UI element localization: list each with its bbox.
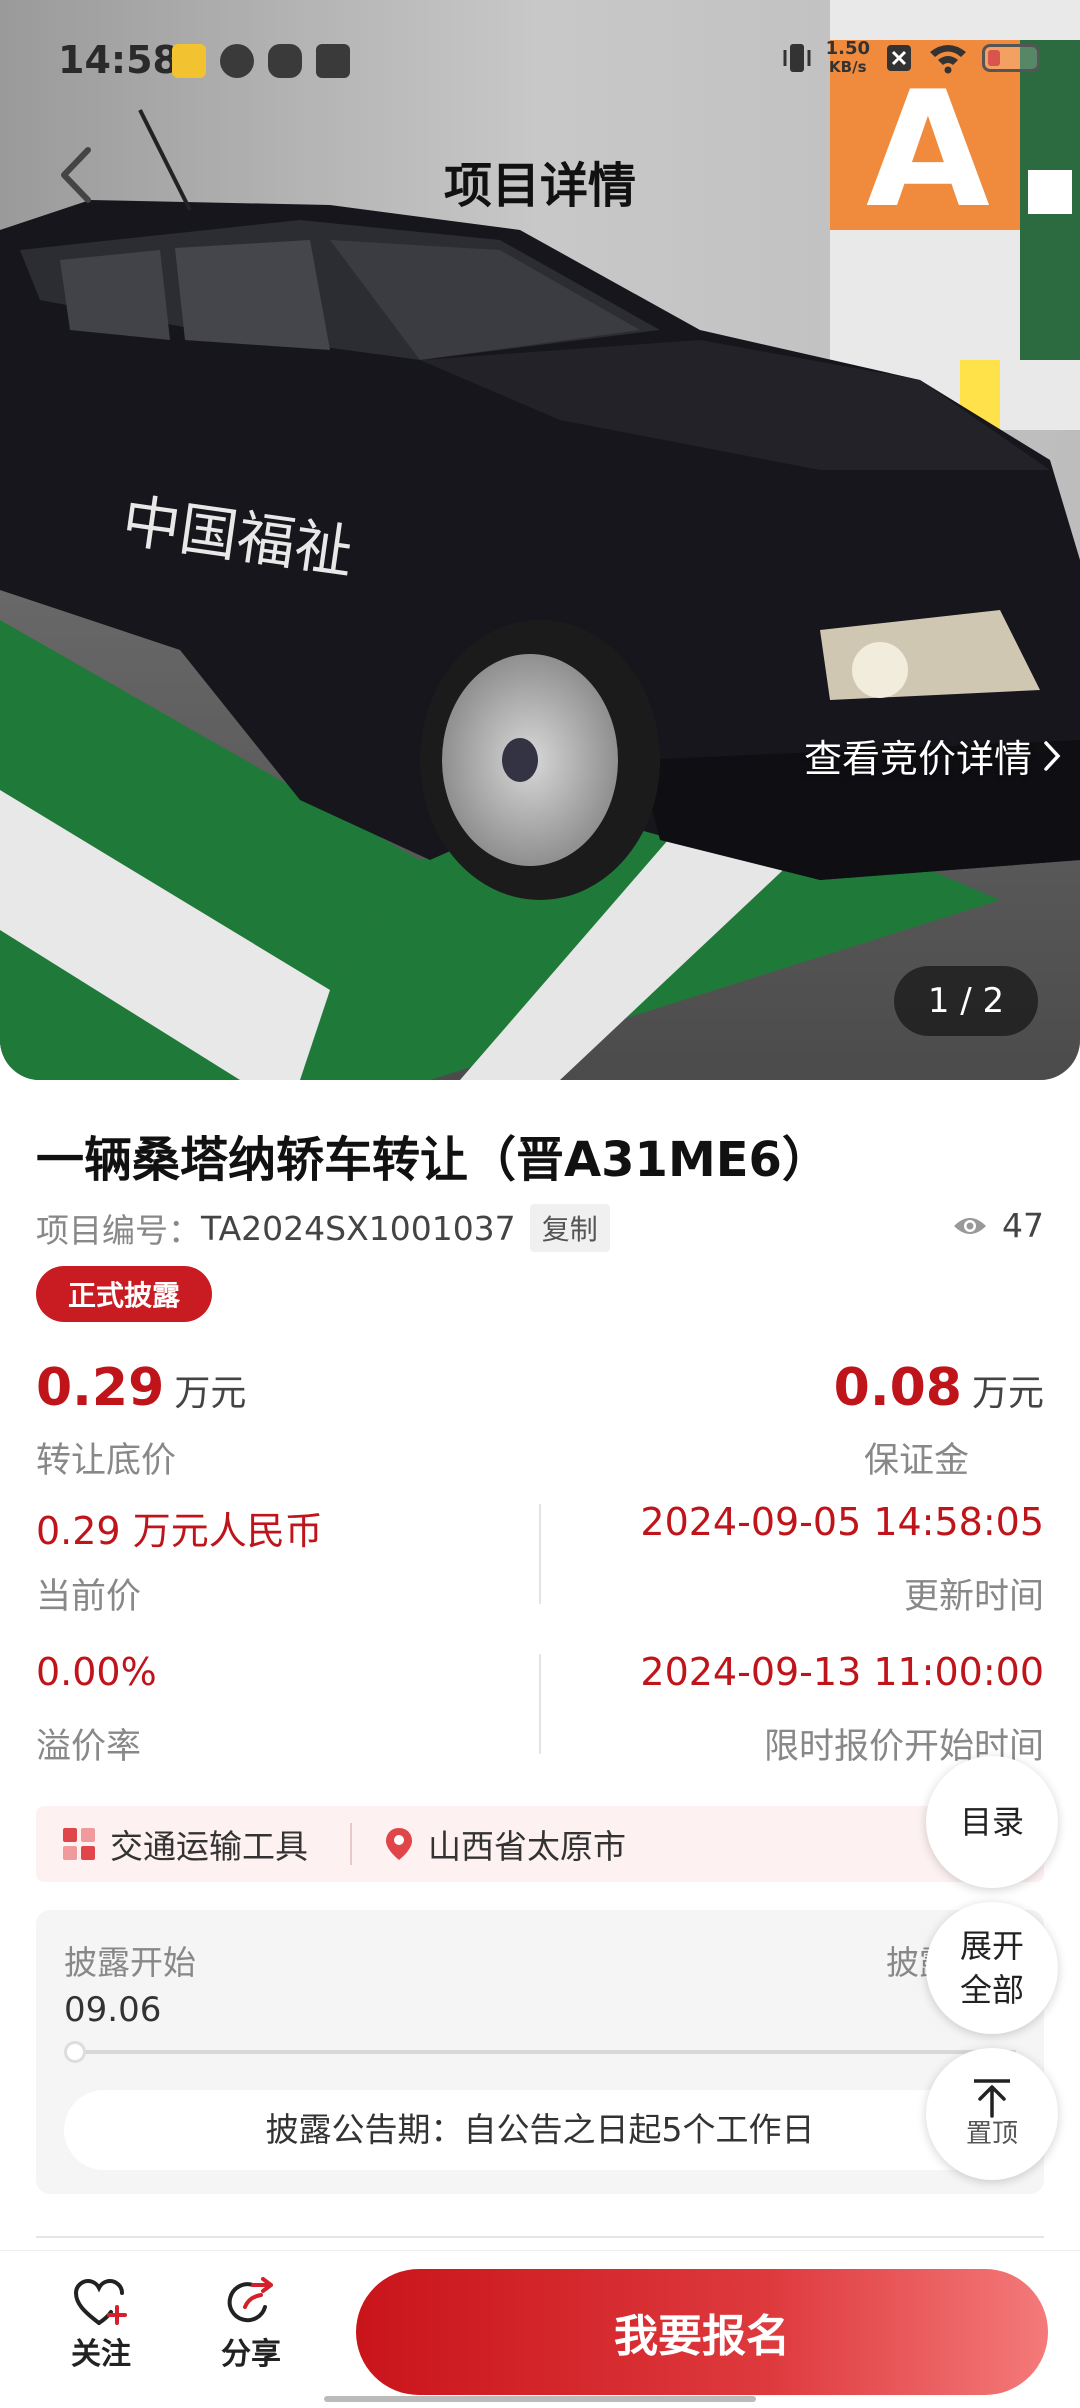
disclosure-start-label: 披露开始 — [64, 1943, 196, 1982]
expand-label-line1: 展开 — [959, 1927, 1024, 1965]
status-badge: 正式披露 — [36, 1266, 213, 1322]
deposit-unit: 万元 — [971, 1373, 1044, 1414]
category-location-bar: 交通运输工具 山西省太原市 — [36, 1806, 1044, 1882]
deposit-label: 保证金 — [864, 1441, 970, 1481]
premium-rate-label: 溢价率 — [36, 1727, 142, 1767]
follow-button[interactable]: 关注 — [46, 2277, 156, 2373]
reserve-price-value: 0.29 — [36, 1358, 165, 1418]
notification-icons — [172, 44, 350, 78]
catalog-button[interactable]: 目录 — [926, 1756, 1058, 1888]
location-pin-icon — [386, 1828, 412, 1860]
share-icon — [227, 2277, 273, 2323]
premium-rate: 0.00% — [36, 1650, 157, 1694]
leaf-app-icon — [220, 44, 254, 78]
project-code: TA2024SX1001037 — [201, 1208, 516, 1248]
disclosure-start-date: 09.06 — [64, 1990, 162, 2030]
reserve-price-label: 转让底价 — [36, 1441, 177, 1481]
project-code-label: 项目编号： — [36, 1211, 201, 1250]
disclosure-timeline: 披露开始 09.06 披露 0 披露公告期：自公告之日起5个工作日 — [36, 1910, 1044, 2194]
chevron-right-icon — [1044, 740, 1061, 771]
image-pager: 1 / 2 — [894, 966, 1038, 1036]
deposit-value: 0.08 — [833, 1358, 962, 1418]
bottom-action-bar: 关注 分享 我要报名 — [0, 2250, 1080, 2408]
copy-button[interactable]: 复制 — [529, 1204, 610, 1252]
arrow-up-icon — [974, 2079, 1010, 2118]
wallet-app-icon — [316, 44, 350, 78]
page-title: 项目详情 — [443, 158, 636, 214]
divider — [36, 2236, 1044, 2238]
quote-start-time: 2024-09-13 11:00:00 — [640, 1650, 1044, 1694]
wifi-icon — [930, 45, 966, 74]
reserve-price: 0.29 万元 — [36, 1358, 246, 1418]
follow-label: 关注 — [71, 2337, 131, 2372]
vibrate-icon — [783, 44, 811, 72]
hero-image-carousel[interactable]: A 中国福祉 14:58 1.50 KB/s 项目详情 查看竞价详情 1 / 2 — [0, 0, 1080, 1080]
share-label: 分享 — [221, 2337, 281, 2372]
project-title: 一辆桑塔纳轿车转让（晋A31ME6） — [36, 1132, 830, 1188]
current-price-label: 当前价 — [36, 1577, 142, 1617]
deposit: 0.08 万元 — [834, 1358, 1044, 1418]
divider — [539, 1504, 541, 1604]
catalog-label: 目录 — [959, 1803, 1024, 1841]
net-speed-unit: KB/s — [829, 58, 867, 76]
network-speed: 1.50 KB/s — [825, 38, 870, 77]
category-grid-icon — [63, 1828, 95, 1860]
system-status-icons: 1.50 KB/s — [782, 40, 1040, 76]
update-time: 2024-09-05 14:58:05 — [640, 1500, 1044, 1544]
no-sim-icon — [887, 45, 911, 71]
cat-app-icon — [268, 44, 302, 78]
timeline-track — [64, 2050, 1016, 2054]
location-label: 山西省太原市 — [428, 1827, 626, 1866]
signup-button[interactable]: 我要报名 — [356, 2269, 1048, 2395]
heart-plus-icon — [73, 2278, 127, 2325]
share-button[interactable]: 分享 — [196, 2277, 306, 2373]
status-time: 14:58 — [58, 38, 179, 82]
expand-all-button[interactable]: 展开 全部 — [926, 1902, 1058, 2034]
view-bid-detail-link[interactable]: 查看竞价详情 — [804, 728, 1062, 783]
top-label: 置顶 — [965, 2119, 1018, 2149]
expand-label-line2: 全部 — [959, 1971, 1024, 2009]
back-to-top-button[interactable]: 置顶 — [926, 2048, 1058, 2180]
divider — [350, 1823, 352, 1865]
location: 山西省太原市 — [384, 1820, 626, 1868]
battery-icon — [982, 44, 1040, 72]
project-code-row: 项目编号： TA2024SX1001037 复制 — [36, 1204, 610, 1252]
disclosure-notice: 披露公告期：自公告之日起5个工作日 — [64, 2090, 1016, 2170]
current-price: 0.29 万元人民币 — [36, 1509, 323, 1553]
timeline-dot — [64, 2041, 86, 2063]
divider — [539, 1654, 541, 1754]
view-count: 47 — [952, 1206, 1044, 1245]
home-indicator[interactable] — [324, 2396, 756, 2402]
news-app-icon — [172, 44, 206, 78]
view-count-value: 47 — [1002, 1206, 1044, 1245]
category-label: 交通运输工具 — [110, 1827, 308, 1866]
eye-icon — [954, 1217, 986, 1234]
category: 交通运输工具 — [62, 1820, 308, 1868]
update-time-label: 更新时间 — [903, 1577, 1044, 1617]
net-speed-value: 1.50 — [825, 38, 870, 59]
reserve-price-unit: 万元 — [174, 1373, 247, 1414]
status-bar: 14:58 1.50 KB/s — [0, 0, 1080, 120]
bid-detail-label: 查看竞价详情 — [803, 737, 1032, 781]
